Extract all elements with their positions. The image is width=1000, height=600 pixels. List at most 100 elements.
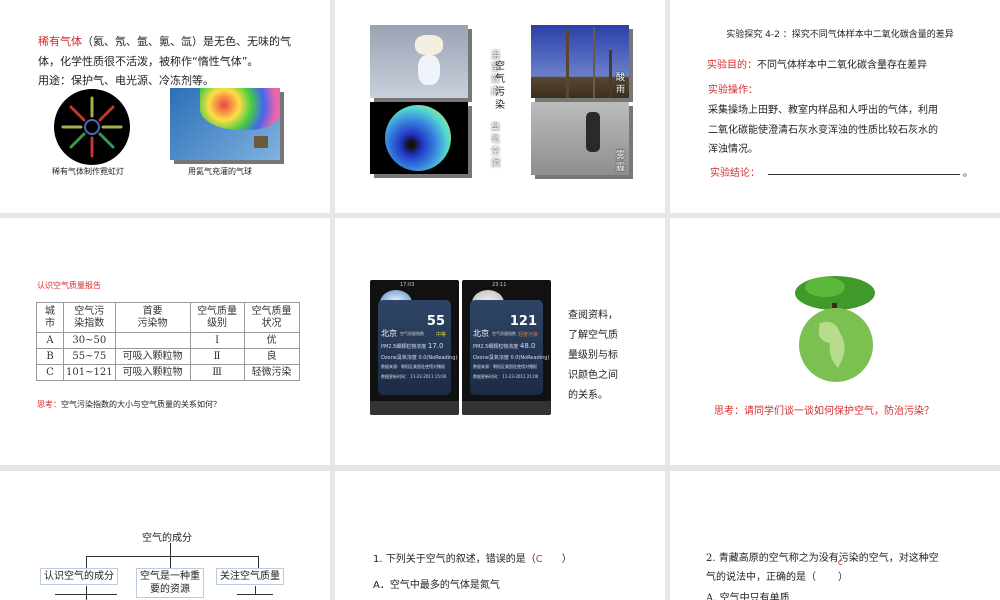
pm25-row: PM2.5细颗粒物浓度 17.0 bbox=[381, 342, 444, 350]
question-text: 气的说法中，正确的是（ bbox=[706, 572, 816, 583]
report-title: 认识空气质量报告 bbox=[37, 281, 101, 290]
rare-gas-line1-text: （氦、氖、氩、氪、氙）是无色、无味的气 bbox=[82, 35, 291, 48]
protect-air-question: 思考：请同学们谈一谈如何保护空气，防治污染？ bbox=[714, 406, 934, 417]
slide-aqi-phones[interactable]: 17:03 55 北京 空气质量指数 中等 PM2.5细颗粒物浓度 17.0 O… bbox=[335, 218, 665, 465]
cell bbox=[114, 332, 191, 349]
air-quality-table: 城市 空气污 染指数 首要 污染物 空气质量 级别 空气质量 状况 A 30~50 Ⅰ 优 B… bbox=[36, 302, 300, 381]
report-think: 思考：空气污染指数的大小与空气质量的关系如何？ bbox=[37, 399, 221, 410]
rare-gas-line3: 用途：保护气、电光源、冷冻剂等。 bbox=[38, 74, 214, 87]
source-row: 数据来源：朝阳区美国驻使馆对播报 bbox=[473, 364, 537, 369]
text-line: 量级别与标 bbox=[568, 350, 618, 361]
cell: B bbox=[36, 348, 64, 365]
slide-experiment[interactable]: 实验探究 4-2 ：探究不同气体样本中二氧化碳含量的差异 实验目的：不同气体样本… bbox=[670, 0, 1000, 213]
balloon-image bbox=[170, 88, 280, 160]
cell: 良 bbox=[243, 348, 300, 365]
rare-gas-line1: 稀有气体（氦、氖、氩、氪、氙）是无色、无味的气 bbox=[38, 33, 291, 49]
greenhouse-effect-image bbox=[370, 25, 468, 98]
phone-screenshot-2: 23:11 121 北京 空气质量指数 轻度污染 PM2.5细颗粒物浓度 48.… bbox=[462, 280, 551, 415]
phone-time: 17:03 bbox=[400, 282, 415, 288]
slide-rare-gases[interactable]: 稀有气体（氦、氖、氩、氪、氙）是无色、无味的气 体，化学性质很不活泼，被称作“惰… bbox=[0, 0, 330, 213]
slide-air-pollution[interactable]: 温室效应 臭氧空洞 空气污染 酸雨 雾霾 bbox=[335, 0, 665, 213]
header-pollutant: 首要 污染物 bbox=[114, 302, 191, 333]
cell: A bbox=[36, 332, 64, 349]
branch-air-quality: 关注空气质量 bbox=[216, 568, 284, 585]
tree-globe-image bbox=[795, 276, 875, 382]
aqi-panel: 121 北京 空气质量指数 轻度污染 PM2.5细颗粒物浓度 48.0 Ozon… bbox=[470, 300, 549, 395]
table-row: B 55~75 可吸入颗粒物 Ⅱ 良 bbox=[36, 348, 300, 365]
slide-air-components-map[interactable]: 空气的成分 认识空气的成分 空气是一种重要的资源 关注空气质量 bbox=[0, 471, 330, 600]
header-level: 空气质量 级别 bbox=[189, 302, 245, 333]
operation-label: 实验操作： bbox=[708, 85, 758, 96]
question-2-line2: 气的说法中，正确的是（ ） bbox=[706, 568, 848, 583]
conclusion-blank[interactable] bbox=[768, 174, 960, 175]
cell: 优 bbox=[243, 332, 300, 349]
air-pollution-label: 空气污染 bbox=[495, 61, 505, 111]
pm25-row: PM2.5细颗粒物浓度 48.0 bbox=[473, 342, 536, 350]
text-line: 识颜色之间 bbox=[568, 370, 618, 381]
rare-gas-line2: 体，化学性质很不活泼，被称作“惰性气体”。 bbox=[38, 55, 259, 68]
balloon-caption: 用氦气充灌的气球 bbox=[188, 167, 252, 176]
updated-row: 数据更新时间： 11-22-2011 15:00 bbox=[381, 374, 447, 379]
updated-row: 数据更新时间： 11-23-2011 21:00 bbox=[473, 374, 539, 379]
table-row: A 30~50 Ⅰ 优 bbox=[36, 332, 300, 349]
smog-label: 雾霾 bbox=[615, 151, 625, 173]
ad-bar[interactable] bbox=[370, 401, 459, 415]
option-a: A．空气中最多的气体是氮气 bbox=[373, 580, 500, 591]
cell: Ⅱ bbox=[189, 348, 245, 365]
ozone-hole-label: 臭氧空洞 bbox=[490, 123, 500, 169]
header-city: 城市 bbox=[36, 302, 64, 333]
question-1: 1. 下列关于空气的叙述，错误的是（C ） bbox=[373, 550, 572, 565]
branch-important-resource: 空气是一种重要的资源 bbox=[136, 568, 204, 598]
question-text: 1. 下列关于空气的叙述，错误的是（ bbox=[373, 554, 536, 565]
aqi-level: 轻度污染 bbox=[517, 332, 538, 338]
neon-caption: 稀有气体制作霓虹灯 bbox=[52, 167, 124, 176]
cell: 轻微污染 bbox=[243, 364, 300, 381]
experiment-title: 实验探究 4-2 ：探究不同气体样本中二氧化碳含量的差异 bbox=[726, 30, 954, 40]
aqi-level: 中等 bbox=[435, 332, 446, 338]
city-name: 北京 bbox=[473, 329, 489, 338]
aqi-subtitle: 空气质量指数 bbox=[400, 331, 424, 336]
branch-know-components: 认识空气的成分 bbox=[40, 568, 118, 585]
slide-air-quality-report[interactable]: 认识空气质量报告 城市 空气污 染指数 首要 污染物 空气质量 级别 空气质量 状况 A… bbox=[0, 218, 330, 465]
text-line: 查阅资料， bbox=[568, 310, 618, 321]
cell: 55~75 bbox=[63, 348, 116, 365]
aqi-value: 55 bbox=[426, 314, 445, 329]
operation-line-2: 二氧化碳能使澄清石灰水变浑浊的性质比较石灰水的 bbox=[708, 125, 938, 136]
aqi-subtitle: 空气质量指数 bbox=[492, 331, 516, 336]
cell: C bbox=[36, 364, 64, 381]
phone-time: 23:11 bbox=[492, 282, 507, 288]
slide-question-2[interactable]: 2. 青藏高原的空气称之为没有污染的空气，对这种空 气的说法中，正确的是（ ） C… bbox=[670, 471, 1000, 600]
text-line: 的关系。 bbox=[568, 390, 608, 401]
acid-rain-label: 酸雨 bbox=[615, 73, 625, 95]
option-a: A. 空气中只有单质 bbox=[706, 593, 790, 600]
text-line: 了解空气质 bbox=[568, 330, 618, 341]
cell: 30~50 bbox=[63, 332, 116, 349]
phone-screenshot-1: 17:03 55 北京 空气质量指数 中等 PM2.5细颗粒物浓度 17.0 O… bbox=[370, 280, 459, 415]
cell: 可吸入颗粒物 bbox=[114, 364, 191, 381]
rare-gas-highlight: 稀有气体 bbox=[38, 35, 82, 48]
header-status: 空气质量 状况 bbox=[243, 302, 300, 333]
table-header-row: 城市 空气污 染指数 首要 污染物 空气质量 级别 空气质量 状况 bbox=[36, 302, 300, 333]
purpose-text: 不同气体样本中二氧化碳含量存在差异 bbox=[757, 60, 927, 71]
slide-protect-air[interactable]: 思考：请同学们谈一谈如何保护空气，防治污染？ bbox=[670, 218, 1000, 465]
answer: C bbox=[838, 559, 843, 567]
question-2-line1: 2. 青藏高原的空气称之为没有污染的空气，对这种空 bbox=[706, 553, 939, 564]
ad-bar[interactable] bbox=[462, 401, 551, 415]
source-row: 数据来源：朝阳区美国驻使馆对播报 bbox=[381, 364, 445, 369]
experiment-purpose: 实验目的：不同气体样本中二氧化碳含量存在差异 bbox=[707, 56, 927, 71]
purpose-label: 实验目的： bbox=[707, 60, 757, 71]
ozone-hole-image bbox=[370, 102, 468, 174]
question-close: ） bbox=[838, 572, 848, 583]
slide-question-1[interactable]: 1. 下列关于空气的叙述，错误的是（C ） A．空气中最多的气体是氮气 bbox=[335, 471, 665, 600]
think-label: 思考： bbox=[37, 400, 61, 409]
ozone-row: Ozone臭氧浓度 0.0(NoReading) bbox=[473, 355, 550, 361]
operation-line-1: 采集操场上田野、教室内样品和人呼出的气体，利用 bbox=[708, 105, 938, 116]
conclusion-label: 实验结论： bbox=[710, 168, 760, 179]
header-index: 空气污 染指数 bbox=[63, 302, 116, 333]
table-row: C 101~121 可吸入颗粒物 Ⅲ 轻微污染 bbox=[36, 364, 300, 381]
think-text: 空气污染指数的大小与空气质量的关系如何？ bbox=[61, 400, 221, 409]
cell: Ⅲ bbox=[189, 364, 245, 381]
aqi-panel: 55 北京 空气质量指数 中等 PM2.5细颗粒物浓度 17.0 Ozone臭氧… bbox=[378, 300, 457, 395]
operation-line-3: 浑浊情况。 bbox=[708, 144, 758, 155]
aqi-value: 121 bbox=[509, 314, 537, 329]
